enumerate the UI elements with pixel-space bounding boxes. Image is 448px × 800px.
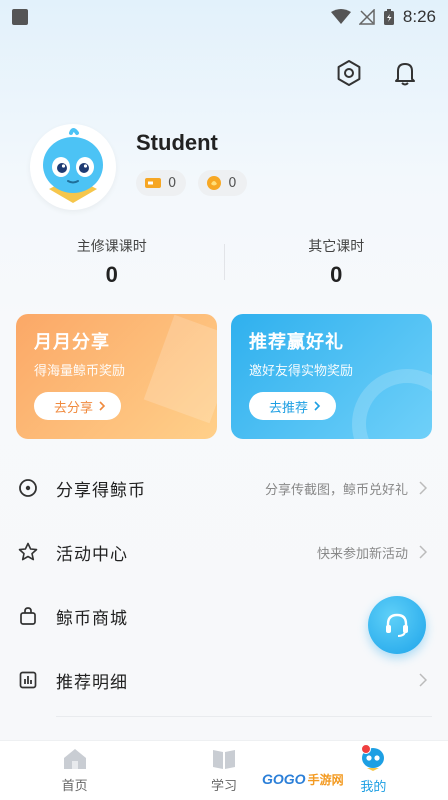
- menu-item-share-coins[interactable]: 分享得鲸币 分享传截图，鲸币兑好礼: [0, 456, 448, 520]
- share-card[interactable]: 月月分享 得海量鲸币奖励 去分享: [16, 314, 217, 439]
- tab-bar: 首页 学习 我的: [0, 740, 448, 800]
- username: Student: [136, 130, 218, 155]
- status-bar: 8:26: [0, 0, 448, 34]
- menu-item-activity-center[interactable]: 活动中心 快来参加新活动: [0, 520, 448, 584]
- promo-cards: 月月分享 得海量鲸币奖励 去分享 推荐赢好礼 邀好友得实物奖励 去推荐: [16, 314, 432, 439]
- wifi-icon: [330, 9, 351, 24]
- other-hours[interactable]: 其它课时 0: [225, 236, 448, 296]
- avatar[interactable]: [30, 124, 116, 210]
- shopping-bag-icon: [18, 606, 38, 626]
- main-hours-value: 0: [105, 262, 118, 287]
- tab-label: 首页: [61, 779, 88, 794]
- ticket-count: 0: [168, 175, 177, 191]
- watermark: GOGO 手游网: [262, 768, 344, 790]
- menu-item-label: 鲸币商城: [56, 608, 128, 629]
- other-hours-value: 0: [330, 262, 343, 287]
- target-icon: [18, 478, 38, 498]
- divider: [56, 716, 432, 717]
- menu-item-hint: 快来参加新活动: [316, 546, 408, 562]
- star-icon: [18, 542, 38, 562]
- chevron-right-icon: [416, 481, 430, 495]
- share-button[interactable]: 去分享: [34, 392, 122, 420]
- notification-dot: [360, 744, 371, 754]
- notification-icon: [12, 9, 28, 25]
- ticket-icon: [145, 178, 161, 188]
- battery-icon: [383, 9, 394, 25]
- menu-list: 分享得鲸币 分享传截图，鲸币兑好礼 活动中心 快来参加新活动 鲸币商城 推荐明细: [0, 456, 448, 712]
- ticket-badge[interactable]: 0: [136, 170, 187, 196]
- settings-icon: [337, 60, 361, 86]
- main-hours[interactable]: 主修课课时 0: [0, 236, 224, 296]
- menu-item-label: 分享得鲸币: [56, 480, 146, 501]
- signal-icon: [358, 9, 375, 25]
- tab-label: 学习: [210, 779, 237, 794]
- recommend-button[interactable]: 去推荐: [249, 392, 337, 420]
- bar-chart-icon: [18, 670, 38, 690]
- notifications-button[interactable]: [390, 58, 420, 88]
- menu-item-hint: 分享传截图，鲸币兑好礼: [264, 482, 408, 498]
- class-hours: 主修课课时 0 其它课时 0: [0, 236, 448, 296]
- settings-button[interactable]: [334, 58, 364, 88]
- card-decoration: [352, 369, 432, 439]
- share-card-title: 月月分享: [34, 332, 110, 353]
- profile-header: Student 0 0: [30, 124, 247, 210]
- coin-count: 0: [228, 175, 237, 191]
- customer-service-button[interactable]: [368, 596, 426, 654]
- coin-icon: [207, 176, 222, 190]
- header-actions: [334, 58, 420, 88]
- menu-item-label: 推荐明细: [56, 672, 128, 693]
- share-button-label: 去分享: [54, 400, 94, 416]
- menu-item-referral-details[interactable]: 推荐明细: [0, 648, 448, 712]
- chevron-right-icon: [99, 401, 106, 411]
- watermark-text: 手游网: [307, 772, 344, 787]
- menu-item-label: 活动中心: [56, 544, 128, 565]
- main-hours-label: 主修课课时: [76, 239, 147, 255]
- recommend-card[interactable]: 推荐赢好礼 邀好友得实物奖励 去推荐: [231, 314, 432, 439]
- recommend-card-title: 推荐赢好礼: [249, 332, 344, 353]
- tab-home[interactable]: 首页: [0, 741, 149, 800]
- tab-label: 我的: [360, 780, 387, 795]
- chevron-right-icon: [416, 673, 430, 687]
- other-hours-label: 其它课时: [308, 239, 365, 255]
- share-card-subtitle: 得海量鲸币奖励: [34, 364, 126, 379]
- mascot-avatar-icon: [43, 128, 103, 203]
- chevron-right-icon: [416, 545, 430, 559]
- watermark-logo: GOGO: [262, 771, 306, 787]
- recommend-button-label: 去推荐: [269, 400, 309, 416]
- book-icon: [212, 750, 235, 769]
- clock: 8:26: [402, 7, 436, 26]
- coin-badge[interactable]: 0: [198, 170, 247, 196]
- recommend-card-subtitle: 邀好友得实物奖励: [249, 364, 354, 379]
- home-icon: [63, 749, 86, 769]
- chevron-right-icon: [314, 401, 321, 411]
- bell-icon: [395, 63, 415, 86]
- headset-icon: [386, 613, 408, 637]
